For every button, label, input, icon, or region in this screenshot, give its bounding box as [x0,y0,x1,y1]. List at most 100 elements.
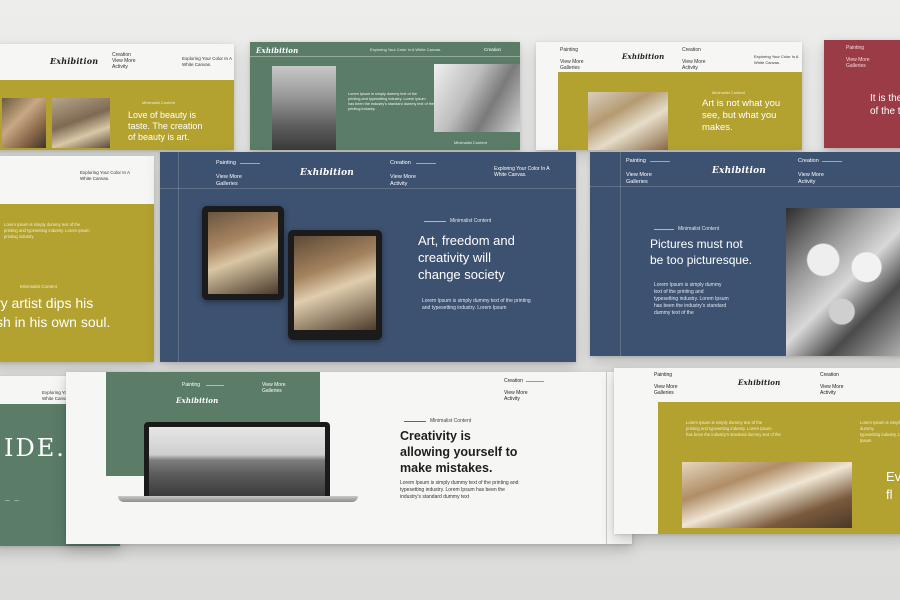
nav-activity: Activity [820,390,836,396]
heading-line-1: Art is not what you [702,98,781,109]
photo-graffiti-faces [786,208,900,356]
nav-rule [526,381,544,382]
nav-galleries: Galleries [654,390,674,396]
photo-woman-easel [682,462,852,528]
nav-creation[interactable]: Creation View More Activity [798,158,824,186]
nav-creation[interactable]: Creation View More Activity [390,160,416,188]
heading-line-3: makes. [702,122,733,133]
nav-galleries: Galleries [262,388,282,394]
lorem-line: has been the industry's standard [654,303,727,309]
lorem-line: typesetting industry. Lorem Ipsum has be… [400,487,505,493]
kicker-rule [404,421,426,422]
nav-creation[interactable]: Creation View More Activity [504,378,528,402]
frame-line-left [178,152,179,362]
tablet-device [202,206,284,300]
nav-painting[interactable]: Painting [182,382,200,388]
lorem-block: Lorem Ipsum is simply dummy text of the … [654,282,729,317]
nav-white-canvas: White Canvas. [80,176,110,181]
brand-logo: Exhibition [738,378,781,387]
slide-heading: Creativity is allowing yourself to make … [400,428,517,476]
heading-line-1: Art, freedom and [418,233,515,248]
mockup-stage: Exhibition Creation View More Activity Exp… [0,0,900,600]
tablet-device [288,230,382,340]
nav-left[interactable]: Painting View More Galleries [654,372,678,396]
frame-line-top [160,188,576,189]
heading-line-2: fl [886,487,893,502]
nav-exploring-text: Exploring Your Color In A [754,54,799,59]
slide-top-left: Exhibition Creation View More Activity Exp… [0,44,234,150]
slide-bottom-center: Painting Exhibition View More Galleries C… [66,372,632,544]
lorem-line: typesetting industry. Lorem Ipsum [654,296,729,302]
nav-creation[interactable]: Creation View More Activity [682,47,706,71]
nav-galleries: Galleries [846,63,866,69]
kicker: Minimalist Content [454,140,487,145]
nav-painting: Painting [846,45,865,51]
nav-white-canvas: White Canvas. [494,172,527,178]
nav-rule [206,385,224,386]
slide-top-olive: Painting View More Galleries Exhibition Cr… [536,42,802,150]
slide-heading: Ev fl [886,468,900,504]
nav-painting: Painting [654,372,673,378]
lorem-line: industry's standard dummy text [400,494,470,500]
nav-white-canvas: White Canvas. [182,62,212,67]
photo-painter-at-sea [149,427,325,496]
nav-painting: Painting [216,160,236,166]
heading-line-3: change society [418,267,505,282]
heading-line-1: It is the [870,93,900,104]
nav-galleries: Galleries [560,65,580,71]
slide-mid-left: Exploring Your Color In A White Canvas. L… [0,156,154,362]
nav-left[interactable]: Painting View More Galleries [626,158,652,186]
nav-view-more-2: View More [390,174,416,180]
lorem-line: Lorem Ipsum is simply dummy text of the … [400,480,519,486]
nav-rule [822,161,842,162]
nav-creation[interactable]: Creation View More Activity [112,52,136,70]
slide-heading: Love of beauty is taste. The creation of… [128,110,202,143]
kicker: Minimalist Content [678,226,720,232]
nav-view-more-2: View More [798,172,824,178]
heading-line-2: of the t [870,106,900,117]
nav-view-more[interactable]: View More Galleries [262,382,286,394]
nav-rule [416,163,436,164]
lorem-line: text of the printing and [654,289,704,295]
kicker: Minimalist Content [142,100,175,105]
nav-galleries: Galleries [216,181,238,187]
nav-left[interactable]: Painting View More Galleries [560,47,584,71]
heading-line-1: Love of beauty is [128,110,197,120]
photo-woman-seated [208,212,278,294]
heading-line-3: of beauty is art. [128,132,190,142]
nav-left[interactable]: Painting View More Galleries [216,160,242,188]
lorem-block: Lorem Ipsum is simply dummy text of the … [422,298,531,312]
lorem-line: Lorem Ipsum is simply dummy [860,420,900,431]
lorem-block-right: Lorem Ipsum is simply dummy typesetting … [860,420,900,444]
heading-line-1: ry artist dips his [0,295,94,311]
nav-creation[interactable]: Creation [484,47,501,53]
heading-line-1: Ev [886,469,900,484]
heading-line-1: Pictures must not [650,237,743,251]
kicker-rule [654,229,674,230]
brand-logo: Exhibition [300,168,355,178]
nav-exploring: Exploring Your Color In AWhite Canvas. [494,166,550,178]
slide-heading: Art is not what you see, but what you ma… [702,98,780,134]
heading-line-3: make mistakes. [400,461,493,475]
signature-mark: ~ ~ [4,496,20,505]
heading-line-2: be too picturesque. [650,253,753,267]
nav-rule [240,163,260,164]
frame-line-top [590,186,900,187]
nav-left[interactable]: Painting View More Galleries [846,45,870,69]
heading-line-2: allowing yourself to [400,445,518,459]
nav-creation[interactable]: Creation View More Activity [820,372,844,396]
heading-line-2: creativity will [418,250,491,265]
slide-center-navy: Painting View More Galleries Exhibition Cr… [160,152,576,362]
nav-creation-label: Creation [682,47,701,53]
nav-activity: Activity [112,64,128,70]
lorem-line: printing industry [348,107,375,111]
heading-line-2: taste. The creation [128,121,203,131]
heading-line-1: Creativity is [400,429,471,443]
slide-top-green: Exhibition Exploring Your Color In A Whi… [250,42,520,150]
brand-logo: Exhibition [50,56,99,66]
nav-exploring: Exploring Your Color In AWhite Canvas. [754,54,798,66]
nav-exploring-text: Exploring Your Color In A [80,170,131,175]
lorem-line: typesetting industry. Lorem Ipsum [860,432,900,443]
nav-view-more: View More [626,172,652,178]
kicker: Minimalist Content [712,90,745,95]
